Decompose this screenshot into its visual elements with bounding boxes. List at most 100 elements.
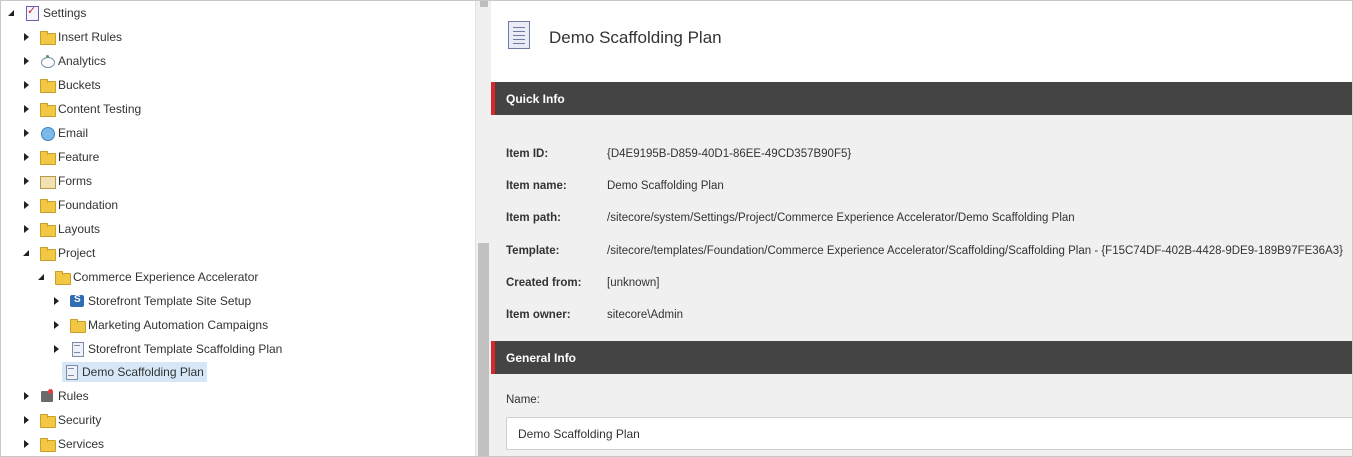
globe-icon: [40, 126, 55, 141]
tree-item-storefront-template-scaffolding-plan[interactable]: Storefront Template Scaffolding Plan: [52, 338, 286, 360]
document-icon: [70, 342, 84, 357]
name-field-label: Name:: [506, 394, 540, 406]
content-editor-window: Settings Insert Rules Analytics Buckets …: [0, 0, 1353, 457]
forms-icon: [40, 174, 56, 189]
tree-item-label: Security: [58, 413, 102, 427]
folder-icon: [40, 437, 56, 452]
folder-icon: [40, 198, 56, 213]
tree-item-buckets[interactable]: Buckets: [22, 74, 105, 96]
tree-item-label: Demo Scaffolding Plan: [82, 365, 204, 379]
info-key: Template:: [506, 245, 560, 257]
tree-item-label: Forms: [58, 174, 92, 188]
tree-item-rules[interactable]: Rules: [22, 385, 93, 407]
folder-icon: [70, 318, 86, 333]
tree-item-email[interactable]: Email: [22, 122, 92, 144]
tree-item-label: Insert Rules: [58, 30, 123, 44]
item-editor: Demo Scaffolding Plan Quick Info Item ID…: [491, 1, 1352, 456]
expand-arrow-icon[interactable]: [7, 8, 17, 18]
scaffolding-plan-icon: [508, 21, 532, 51]
tree-item-label: Foundation: [58, 198, 119, 212]
collapse-arrow-icon[interactable]: [22, 104, 32, 114]
collapse-arrow-icon[interactable]: [22, 56, 32, 66]
info-value: sitecore\Admin: [607, 309, 684, 321]
folder-icon: [40, 150, 56, 165]
template-link[interactable]: /sitecore/templates/Foundation/Commerce …: [607, 245, 1343, 257]
collapse-arrow-icon[interactable]: [22, 176, 32, 186]
info-key: Item path:: [506, 212, 561, 224]
expand-arrow-icon[interactable]: [22, 248, 32, 258]
page-title: Demo Scaffolding Plan: [549, 28, 722, 47]
tree-item-label: Commerce Experience Accelerator: [73, 270, 259, 284]
tree-item-insert-rules[interactable]: Insert Rules: [22, 26, 126, 48]
info-key: Created from:: [506, 277, 582, 289]
info-key: Item owner:: [506, 309, 571, 321]
general-info-section-header[interactable]: General Info: [491, 341, 1352, 374]
tree-item-project[interactable]: Project: [22, 242, 99, 264]
collapse-arrow-icon[interactable]: [22, 439, 32, 449]
tree-item-label: Settings: [43, 6, 87, 20]
info-value[interactable]: {D4E9195B-D859-40D1-86EE-49CD357B90F5}: [607, 148, 851, 160]
folder-icon: [40, 102, 56, 117]
section-title: General Info: [506, 351, 577, 365]
folder-icon: [40, 246, 56, 261]
folder-icon: [55, 270, 71, 285]
tree-item-commerce-experience-accelerator[interactable]: Commerce Experience Accelerator: [37, 266, 262, 288]
tree-item-label: Buckets: [58, 78, 101, 92]
folder-icon: [40, 413, 56, 428]
rules-icon: [40, 389, 54, 403]
scroll-up-icon[interactable]: [480, 1, 488, 7]
tree-item-analytics[interactable]: Analytics: [22, 50, 110, 72]
tree-item-layouts[interactable]: Layouts: [22, 218, 104, 240]
tree-item-label: Project: [58, 246, 96, 260]
tree-item-label: Content Testing: [58, 102, 142, 116]
item-header: Demo Scaffolding Plan: [491, 1, 1352, 82]
tree-item-label: Storefront Template Site Setup: [88, 294, 252, 308]
tree-item-label: Feature: [58, 150, 100, 164]
tree-item-storefront-template-site-setup[interactable]: Storefront Template Site Setup: [52, 290, 255, 312]
tree-item-foundation[interactable]: Foundation: [22, 194, 122, 216]
tree-item-security[interactable]: Security: [22, 409, 105, 431]
info-value[interactable]: Demo Scaffolding Plan: [607, 180, 724, 192]
collapse-arrow-icon[interactable]: [22, 32, 32, 42]
collapse-arrow-icon[interactable]: [52, 296, 62, 306]
collapse-arrow-icon[interactable]: [52, 344, 62, 354]
info-key: Item name:: [506, 180, 567, 192]
section-title: Quick Info: [506, 92, 565, 106]
collapse-arrow-icon[interactable]: [52, 320, 62, 330]
folder-icon: [40, 30, 56, 45]
collapse-arrow-icon[interactable]: [22, 128, 32, 138]
general-info-panel: Name:: [491, 374, 1352, 456]
tree-scrollbar[interactable]: [475, 1, 491, 456]
tree-item-settings[interactable]: Settings: [7, 2, 90, 24]
tree-item-services[interactable]: Services: [22, 433, 108, 455]
info-value: [unknown]: [607, 277, 660, 289]
tree-item-label: Email: [58, 126, 89, 140]
tree-item-label: Services: [58, 437, 105, 451]
tree-item-content-testing[interactable]: Content Testing: [22, 98, 145, 120]
scrollbar-thumb[interactable]: [478, 243, 489, 456]
collapse-arrow-icon[interactable]: [22, 224, 32, 234]
document-icon: [64, 365, 78, 380]
tree-item-forms[interactable]: Forms: [22, 170, 96, 192]
info-key: Item ID:: [506, 148, 549, 160]
tree-item-feature[interactable]: Feature: [22, 146, 103, 168]
site-icon: [70, 294, 84, 308]
name-field[interactable]: [506, 417, 1352, 450]
settings-icon: [25, 4, 39, 21]
tree-item-label: Analytics: [58, 54, 107, 68]
collapse-arrow-icon[interactable]: [22, 152, 32, 162]
folder-icon: [40, 78, 56, 93]
content-tree: Settings Insert Rules Analytics Buckets …: [1, 1, 475, 456]
tree-item-marketing-automation-campaigns[interactable]: Marketing Automation Campaigns: [52, 314, 272, 336]
tree-item-label: Storefront Template Scaffolding Plan: [88, 342, 283, 356]
quick-info-section-header[interactable]: Quick Info: [491, 82, 1352, 115]
tree-item-demo-scaffolding-plan[interactable]: Demo Scaffolding Plan: [62, 361, 207, 383]
collapse-arrow-icon[interactable]: [22, 200, 32, 210]
collapse-arrow-icon[interactable]: [22, 80, 32, 90]
tree-item-label: Marketing Automation Campaigns: [88, 318, 269, 332]
analytics-icon: [40, 54, 55, 68]
info-value[interactable]: /sitecore/system/Settings/Project/Commer…: [607, 212, 1075, 224]
collapse-arrow-icon[interactable]: [22, 415, 32, 425]
expand-arrow-icon[interactable]: [37, 272, 47, 282]
collapse-arrow-icon[interactable]: [22, 391, 32, 401]
